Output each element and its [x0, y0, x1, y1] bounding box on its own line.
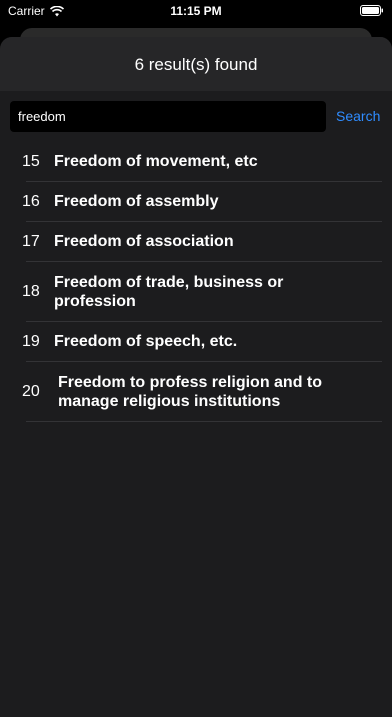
page-title: 6 result(s) found [134, 55, 258, 74]
status-time: 11:15 PM [170, 4, 222, 18]
status-bar: Carrier 11:15 PM [0, 0, 392, 22]
article-title: Freedom of assembly [54, 193, 219, 210]
results-list: 15 Freedom of movement, etc 16 Freedom o… [0, 142, 392, 422]
article-number: 17 [22, 232, 40, 250]
list-item[interactable]: 18 Freedom of trade, business or profess… [22, 262, 382, 322]
article-title: Freedom of trade, business or profession [54, 273, 284, 310]
search-row: Search [10, 101, 384, 132]
list-item[interactable]: 19 Freedom of speech, etc. [22, 322, 382, 362]
list-item[interactable]: 17 Freedom of association [22, 222, 382, 262]
article-number: 20 [22, 382, 40, 400]
list-item[interactable]: 16 Freedom of assembly [22, 182, 382, 222]
article-title: Freedom of movement, etc [54, 153, 258, 170]
list-item[interactable]: 20 Freedom to profess religion and to ma… [22, 362, 382, 422]
article-number: 16 [22, 192, 40, 210]
article-title: Freedom to profess religion and to manag… [58, 373, 323, 410]
search-input[interactable] [10, 101, 326, 132]
sheet-header: 6 result(s) found [0, 37, 392, 91]
article-number: 18 [22, 282, 40, 300]
article-number: 15 [22, 152, 40, 170]
battery-icon [360, 5, 383, 16]
article-title: Freedom of speech, etc. [54, 333, 238, 350]
article-number: 19 [22, 332, 40, 350]
list-item[interactable]: 15 Freedom of movement, etc [22, 142, 382, 182]
article-title: Freedom of association [54, 233, 234, 250]
search-button[interactable]: Search [334, 101, 382, 132]
